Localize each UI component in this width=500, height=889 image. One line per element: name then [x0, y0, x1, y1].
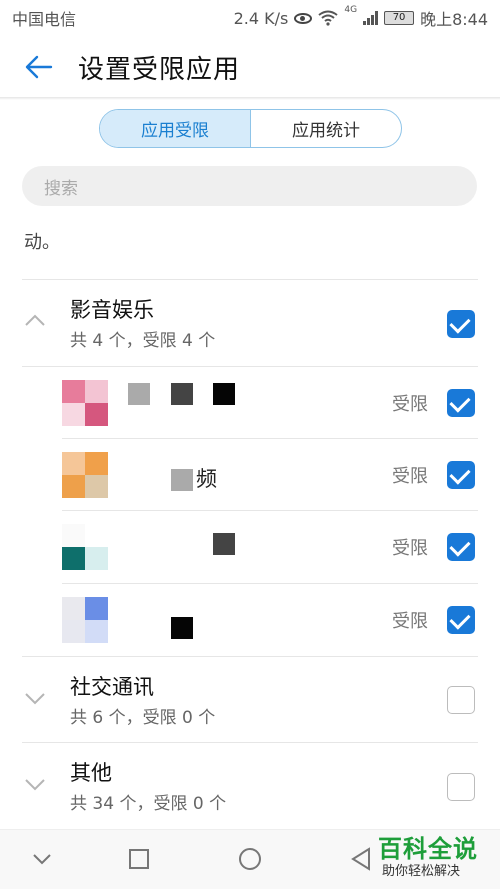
app-name-partial: 频 [196, 467, 217, 491]
tab-app-limit[interactable]: 应用受限 [100, 110, 251, 147]
back-arrow-icon [25, 55, 53, 79]
carrier-label: 中国电信 [12, 10, 77, 29]
network-speed: 2.4 K/s [233, 8, 289, 28]
group-summary: 共 34 个，受限 0 个 [70, 794, 227, 814]
chevron-up-icon[interactable] [22, 308, 48, 334]
search-placeholder: 搜索 [44, 178, 78, 199]
app-row[interactable]: 受限 [0, 367, 500, 439]
tab-app-stats[interactable]: 应用统计 [251, 110, 401, 147]
back-button[interactable] [14, 42, 64, 92]
app-name-redacted [213, 533, 235, 555]
app-name-redacted [213, 383, 235, 405]
nav-back-button[interactable] [347, 844, 377, 874]
app-checkbox[interactable] [447, 389, 475, 417]
app-name-redacted [171, 469, 193, 491]
tab-switcher: 应用受限 应用统计 [99, 109, 402, 148]
app-icon [62, 597, 108, 643]
status-bar: 中国电信 2.4 K/s 4G 70 晚上8:44 [0, 0, 500, 36]
watermark-slogan: 助你轻松解决 [382, 864, 461, 879]
nav-home-button[interactable] [235, 844, 265, 874]
wifi-icon [318, 10, 338, 26]
description-tail: 动。 [24, 232, 60, 253]
app-status: 受限 [392, 538, 428, 559]
eye-comfort-icon [294, 12, 313, 24]
group-checkbox[interactable] [447, 686, 475, 714]
app-icon [62, 524, 108, 570]
search-input[interactable]: 搜索 [22, 166, 477, 206]
clock: 晚上8:44 [420, 10, 488, 29]
app-status: 受限 [392, 394, 428, 415]
group-entertainment[interactable]: 影音娱乐 共 4 个，受限 4 个 [0, 280, 500, 366]
page-title: 设置受限应用 [78, 54, 241, 85]
status-right: 2.4 K/s 4G 70 晚上8:44 [234, 6, 488, 30]
app-row[interactable]: 受限 [0, 511, 500, 583]
app-row[interactable]: 频 受限 [0, 439, 500, 511]
app-checkbox[interactable] [447, 533, 475, 561]
app-name-redacted [171, 617, 193, 639]
group-title: 其他 [70, 761, 112, 785]
header-divider [0, 97, 500, 100]
group-social[interactable]: 社交通讯 共 6 个，受限 0 个 [0, 657, 500, 743]
app-icon [62, 380, 108, 426]
chevron-down-icon[interactable] [22, 771, 48, 797]
group-checkbox[interactable] [447, 310, 475, 338]
nav-recent-button[interactable] [124, 844, 154, 874]
app-status: 受限 [392, 611, 428, 632]
nav-hide-button[interactable] [27, 844, 57, 874]
description-cut-line: ▁ ▁▁▁▁ ▁▁▁ ▁▁ ▁▁ ▁▁▁ ▁ ▁▁▁ [24, 216, 479, 226]
signal-icon [363, 11, 379, 25]
battery-icon: 70 [384, 11, 415, 25]
app-checkbox[interactable] [447, 606, 475, 634]
chevron-down-icon[interactable] [22, 685, 48, 711]
group-title: 影音娱乐 [70, 298, 154, 322]
app-status: 受限 [392, 466, 428, 487]
app-header: 设置受限应用 [0, 36, 500, 98]
app-row[interactable]: 受限 [0, 584, 500, 656]
group-checkbox[interactable] [447, 773, 475, 801]
app-icon [62, 452, 108, 498]
group-summary: 共 4 个，受限 4 个 [70, 331, 216, 351]
group-other[interactable]: 其他 共 34 个，受限 0 个 [0, 743, 500, 829]
network-type: 4G [344, 5, 358, 15]
group-summary: 共 6 个，受限 0 个 [70, 708, 216, 728]
description-text: ▁ ▁▁▁▁ ▁▁▁ ▁▁ ▁▁ ▁▁▁ ▁ ▁▁▁ 动。 [24, 216, 479, 256]
group-title: 社交通讯 [70, 675, 154, 699]
watermark-brand: 百科全说 [378, 835, 478, 863]
app-name-redacted [128, 383, 150, 405]
app-checkbox[interactable] [447, 461, 475, 489]
app-name-redacted [171, 383, 193, 405]
